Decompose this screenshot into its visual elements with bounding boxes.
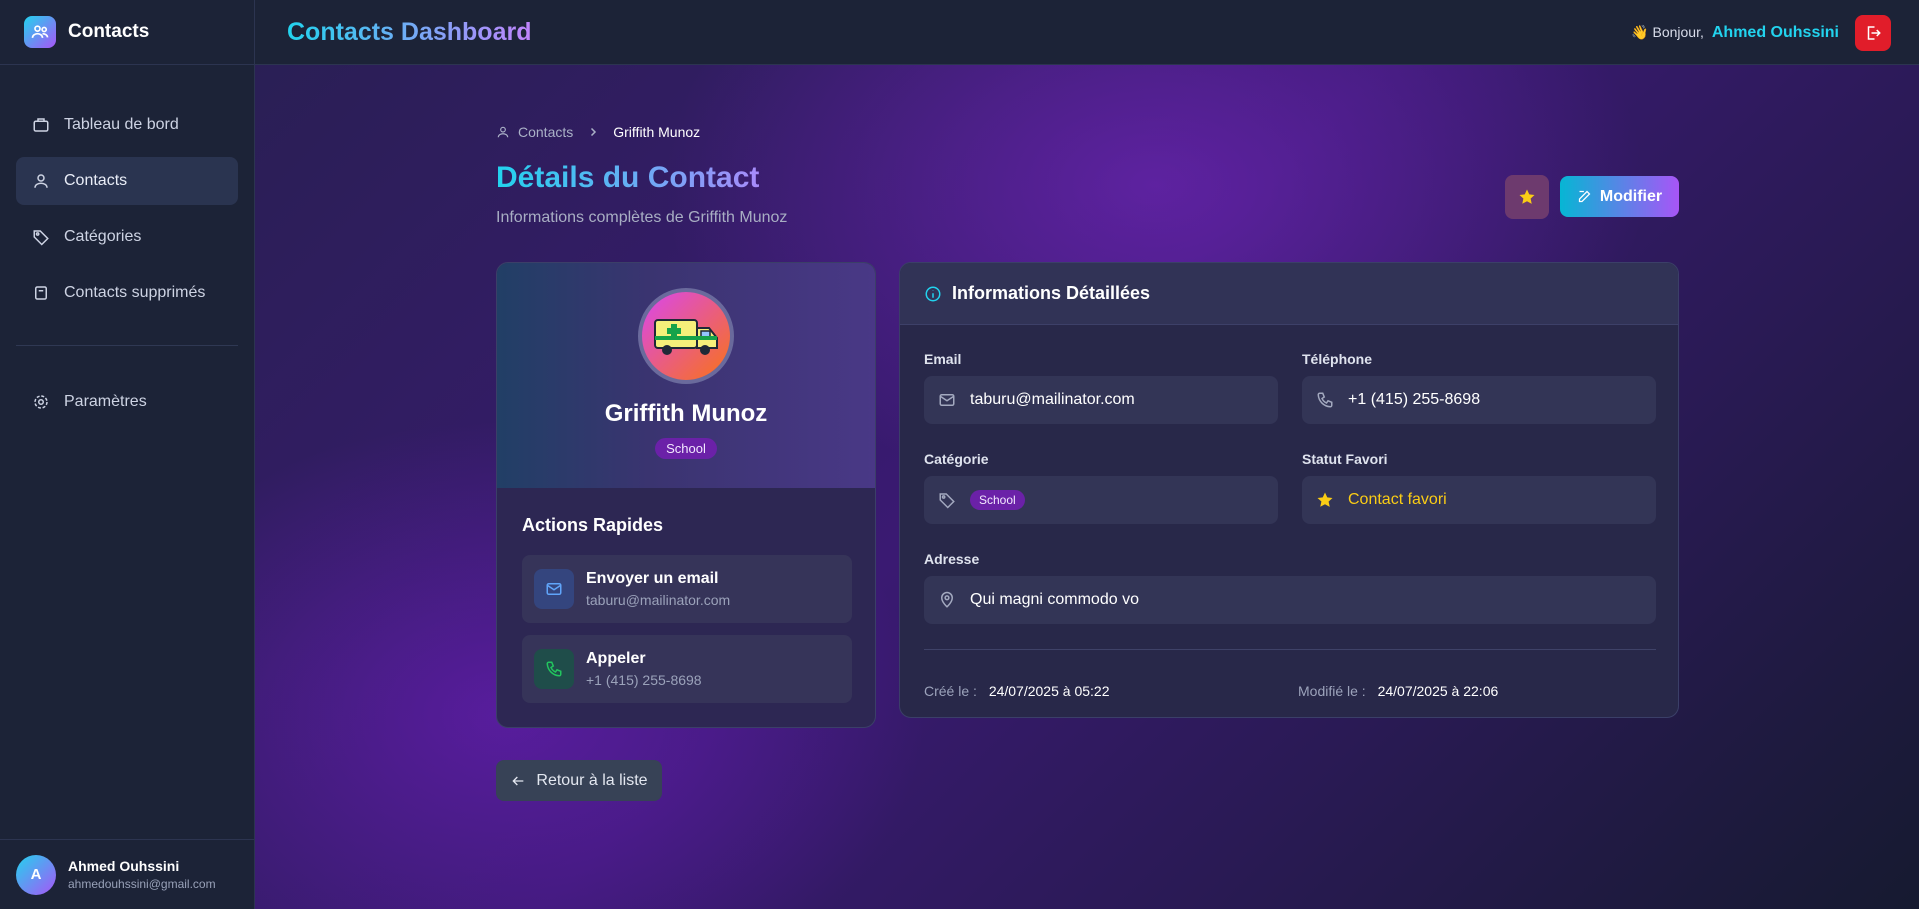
details-card: Informations Détaillées Email taburu@mai… (899, 262, 1679, 718)
back-to-list-button[interactable]: Retour à la liste (496, 760, 662, 801)
email-value: taburu@mailinator.com (970, 391, 1135, 408)
mail-icon (534, 569, 574, 609)
sidebar-item-dashboard[interactable]: Tableau de bord (16, 101, 238, 149)
page-title: Détails du Contact (496, 161, 760, 194)
modified-at: Modifié le : 24/07/2025 à 22:06 (1298, 683, 1498, 699)
action-title: Appeler (586, 650, 646, 667)
email-field[interactable]: taburu@mailinator.com (924, 376, 1278, 424)
phone-value: +1 (415) 255-8698 (1348, 391, 1481, 408)
category-label: Catégorie (924, 451, 989, 467)
star-icon (1519, 189, 1535, 204)
breadcrumb-current: Griffith Munoz (613, 124, 701, 140)
greeting: 👋 Bonjour, (1631, 24, 1704, 40)
call-action[interactable]: Appeler +1 (415) 255-8698 (522, 635, 852, 703)
category-badge: School (970, 490, 1025, 510)
breadcrumb: Contacts Griffith Munoz (496, 124, 700, 140)
details-title: Informations Détaillées (952, 283, 1151, 303)
logout-button[interactable] (1855, 14, 1891, 51)
created-value: 24/07/2025 à 05:22 (988, 683, 1110, 699)
map-pin-icon (940, 591, 954, 608)
user-name: Ahmed Ouhssini (68, 858, 180, 874)
chevron-right-icon (591, 127, 597, 137)
avatar: A (16, 854, 56, 895)
divider (924, 649, 1656, 650)
address-field: Qui magni commodo vo (924, 576, 1656, 624)
info-icon (925, 286, 941, 301)
action-title: Envoyer un email (586, 570, 719, 587)
briefcase-icon (33, 118, 49, 132)
quick-actions-title: Actions Rapides (522, 515, 664, 535)
favorite-status-value: Contact favori (1348, 491, 1447, 508)
user-email: ahmedouhssini@gmail.com (68, 877, 216, 891)
favorite-status-label: Statut Favori (1302, 451, 1388, 467)
action-subtitle: +1 (415) 255-8698 (586, 672, 702, 688)
category-field: School (924, 476, 1278, 524)
sidebar-item-contacts[interactable]: Contacts (16, 157, 238, 205)
header-title: Contacts Dashboard (287, 17, 532, 46)
sidebar-item-settings[interactable]: Paramètres (16, 378, 238, 426)
phone-field[interactable]: +1 (415) 255-8698 (1302, 376, 1656, 424)
tag-icon (33, 230, 49, 246)
star-icon (1317, 492, 1333, 507)
phone-label: Téléphone (1302, 351, 1373, 367)
favorite-toggle-button[interactable] (1505, 175, 1549, 219)
breadcrumb-contacts-link[interactable]: Contacts (518, 124, 573, 140)
category-badge: School (655, 438, 717, 459)
ambulance-icon (654, 319, 718, 355)
sidebar-item-label: Tableau de bord (64, 116, 179, 133)
phone-icon (1317, 392, 1333, 408)
sidebar-item-categories[interactable]: Catégories (16, 213, 238, 261)
sidebar-nav: Tableau de bord Contacts Catégories Cont… (0, 65, 254, 426)
sidebar-item-label: Catégories (64, 228, 142, 245)
profile-header: Griffith Munoz School (497, 263, 875, 488)
favorite-status-field: Contact favori (1302, 476, 1656, 524)
edit-button[interactable]: Modifier (1560, 176, 1679, 217)
arrow-left-icon (512, 776, 524, 785)
edit-icon (1578, 190, 1591, 203)
page-subtitle: Informations complètes de Griffith Munoz (496, 209, 788, 226)
created-label: Créé le : (924, 683, 977, 699)
back-button-label: Retour à la liste (536, 771, 648, 789)
tag-icon (939, 493, 955, 509)
address-label: Adresse (924, 551, 980, 567)
sidebar-item-label: Contacts supprimés (64, 284, 206, 301)
phone-icon (534, 649, 574, 689)
trash-icon (35, 286, 47, 300)
logout-icon (1867, 25, 1881, 40)
action-subtitle: taburu@mailinator.com (586, 592, 731, 608)
modified-value: 24/07/2025 à 22:06 (1377, 683, 1499, 699)
address-value: Qui magni commodo vo (970, 591, 1139, 608)
contacts-logo-icon (24, 16, 56, 48)
top-header: Contacts Dashboard 👋 Bonjour, Ahmed Ouhs… (255, 0, 1919, 65)
gear-icon (34, 395, 48, 409)
mail-icon (939, 394, 955, 406)
sidebar-item-deleted-contacts[interactable]: Contacts supprimés (16, 269, 238, 317)
send-email-action[interactable]: Envoyer un email taburu@mailinator.com (522, 555, 852, 623)
user-icon (497, 126, 509, 138)
sidebar: Contacts Tableau de bord Contacts Catégo… (0, 0, 255, 909)
sidebar-user[interactable]: A Ahmed Ouhssini ahmedouhssini@gmail.com (0, 839, 255, 909)
email-label: Email (924, 351, 962, 367)
brand[interactable]: Contacts (0, 0, 254, 65)
header-user-name: Ahmed Ouhssini (1711, 23, 1839, 41)
contact-avatar (638, 288, 734, 384)
brand-title: Contacts (68, 21, 150, 42)
details-header: Informations Détaillées (900, 263, 1678, 325)
sidebar-item-label: Contacts (64, 172, 128, 189)
main-content: Contacts Griffith Munoz Détails du Conta… (255, 65, 1919, 909)
sidebar-divider (16, 345, 238, 346)
edit-button-label: Modifier (1599, 187, 1663, 205)
sidebar-item-label: Paramètres (64, 393, 147, 410)
profile-card: Griffith Munoz School Actions Rapides En… (496, 262, 876, 728)
modified-label: Modifié le : (1298, 683, 1366, 699)
created-at: Créé le : 24/07/2025 à 05:22 (924, 683, 1109, 699)
contact-name: Griffith Munoz (604, 400, 768, 427)
user-icon (34, 174, 48, 188)
